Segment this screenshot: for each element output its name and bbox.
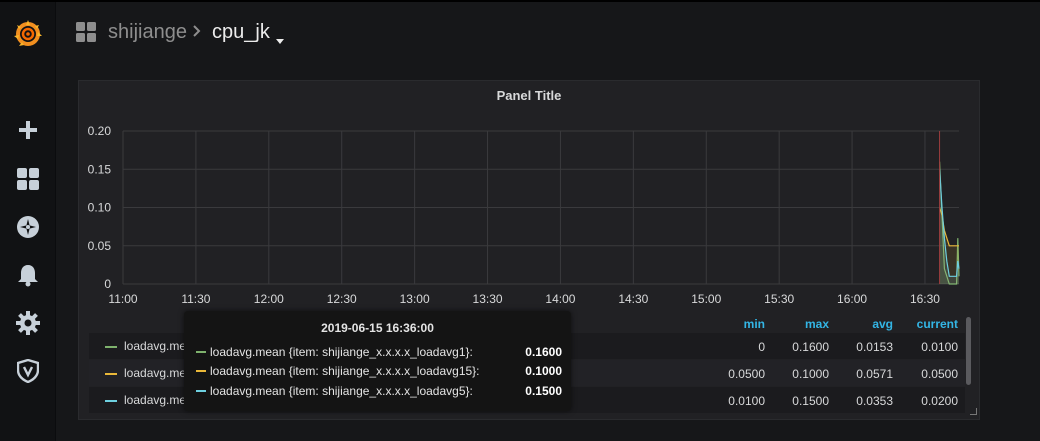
- legend-max: 0.1000: [792, 367, 829, 381]
- server-admin-shield-icon[interactable]: [8, 353, 48, 389]
- dashboard-grid-icon: [76, 22, 96, 47]
- x-tick-label: 13:00: [400, 292, 430, 306]
- x-tick-label: 11:00: [108, 292, 137, 306]
- dashboard-title[interactable]: cpu_jk: [212, 21, 270, 44]
- caret-down-icon[interactable]: [276, 32, 284, 50]
- graph-plot-area[interactable]: 0 0.05 0.10 0.15 0.20 11:00 11:30 12:00 12:30 13:…: [79, 81, 981, 311]
- tooltip-series-value: 0.1000: [525, 364, 562, 378]
- x-tick-label: 13:30: [473, 292, 503, 306]
- plus-icon[interactable]: [8, 112, 48, 148]
- legend-max: 0.1500: [792, 394, 829, 408]
- x-tick-label: 15:00: [691, 292, 721, 306]
- legend-max: 0.1600: [792, 340, 829, 354]
- x-tick-label: 16:30: [910, 292, 940, 306]
- legend-current: 0.0200: [921, 394, 958, 408]
- x-tick-label: 15:30: [764, 292, 794, 306]
- legend-current: 0.0100: [921, 340, 958, 354]
- graph-tooltip: 2019-06-15 16:36:00 loadavg.mean {item: …: [184, 311, 571, 411]
- tooltip-row: loadavg.mean {item: shijiange_x.x.x.x_lo…: [196, 343, 562, 361]
- breadcrumb-folder[interactable]: shijiange: [108, 21, 187, 44]
- y-tick-label: 0.05: [88, 239, 112, 253]
- legend-min: 0.0500: [728, 367, 765, 381]
- legend-current: 0.0500: [921, 367, 958, 381]
- x-tick-label: 16:00: [837, 292, 867, 306]
- tooltip-series-swatch: [196, 370, 206, 372]
- x-tick-label: 12:30: [327, 292, 357, 306]
- tooltip-series-value: 0.1600: [525, 345, 562, 359]
- legend-min: 0.0100: [728, 394, 765, 408]
- series-color-swatch[interactable]: [105, 400, 117, 402]
- tooltip-series-label: loadavg.mean {item: shijiange_x.x.x.x_lo…: [210, 345, 473, 359]
- legend-avg: 0.0571: [856, 367, 893, 381]
- alerting-bell-icon[interactable]: [8, 257, 48, 293]
- tooltip-row: loadavg.mean {item: shijiange_x.x.x.x_lo…: [196, 362, 562, 380]
- panel-resize-handle[interactable]: [970, 408, 977, 415]
- x-tick-label: 14:30: [618, 292, 648, 306]
- legend-min: 0: [758, 340, 765, 354]
- tooltip-row: loadavg.mean {item: shijiange_x.x.x.x_lo…: [196, 382, 562, 400]
- legend-header-avg[interactable]: avg: [829, 317, 893, 331]
- x-tick-label: 12:00: [254, 292, 284, 306]
- tooltip-series-label: loadavg.mean {item: shijiange_x.x.x.x_lo…: [210, 384, 473, 398]
- grafana-logo-icon[interactable]: [8, 16, 48, 52]
- x-tick-label: 11:30: [181, 292, 210, 306]
- dashboard-navbar: shijiange cpu_jk: [56, 2, 1040, 64]
- tooltip-series-label: loadavg.mean {item: shijiange_x.x.x.x_lo…: [210, 364, 480, 378]
- tooltip-series-swatch: [196, 390, 206, 392]
- dashboards-icon[interactable]: [8, 161, 48, 197]
- x-tick-label: 14:00: [545, 292, 575, 306]
- y-tick-label: 0.20: [88, 124, 112, 138]
- series-color-swatch[interactable]: [105, 346, 117, 348]
- y-tick-label: 0.10: [88, 201, 112, 215]
- series-color-swatch[interactable]: [105, 373, 117, 375]
- tooltip-series-value: 0.1500: [525, 384, 562, 398]
- tooltip-time: 2019-06-15 16:36:00: [321, 321, 434, 335]
- y-tick-label: 0.15: [88, 162, 112, 176]
- tooltip-series-swatch: [196, 351, 206, 353]
- legend-header-current[interactable]: current: [893, 317, 958, 331]
- sidebar: [0, 2, 56, 441]
- breadcrumb-chevron-right-icon: [192, 24, 202, 43]
- legend-header-min[interactable]: min: [679, 317, 765, 331]
- legend-header-max[interactable]: max: [759, 317, 829, 331]
- legend-avg: 0.0353: [856, 394, 893, 408]
- configuration-gear-icon[interactable]: [8, 305, 48, 341]
- legend-scrollbar[interactable]: [966, 317, 971, 385]
- legend-avg: 0.0153: [856, 340, 893, 354]
- explore-icon[interactable]: [8, 209, 48, 245]
- y-tick-label: 0: [104, 277, 111, 291]
